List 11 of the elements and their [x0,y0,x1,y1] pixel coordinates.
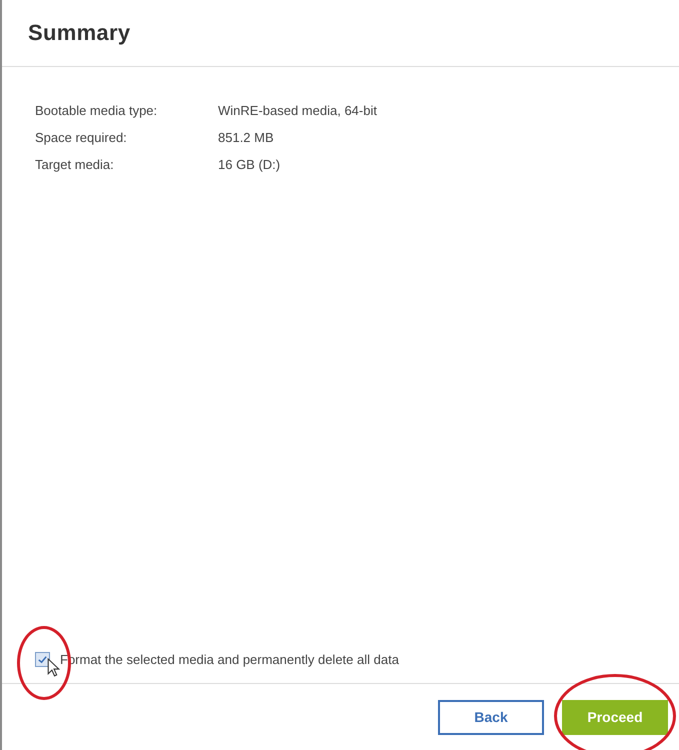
checkmark-icon [37,654,48,665]
action-button[interactable]: Back [438,700,544,734]
summary-label: Bootable media type: [35,103,158,118]
summary-value: 16 GB (D:) [218,157,280,172]
checkbox[interactable] [35,652,50,667]
page-title: Summary [28,20,130,46]
summary-value: WinRE-based media, 64-bit [218,103,377,118]
cursor-icon [47,658,60,678]
summary-value: 851.2 MB [218,130,274,145]
summary-label: Target media: [35,157,115,172]
summary-label: Space required: [35,130,128,145]
